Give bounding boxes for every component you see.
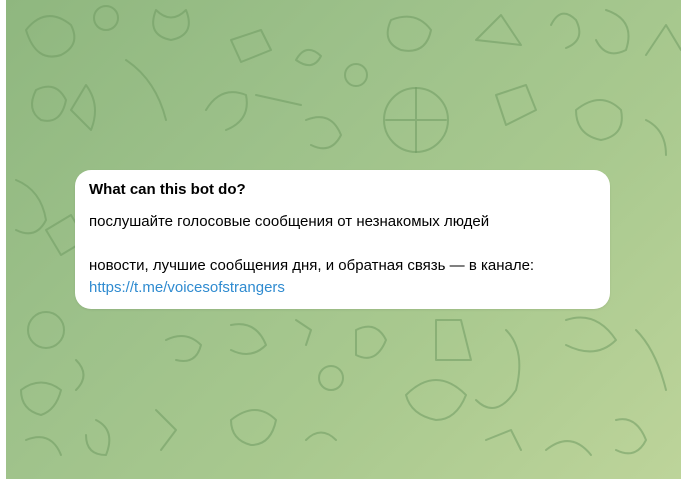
- chat-background: What can this bot do? послушайте голосов…: [6, 0, 681, 479]
- bot-description-line-2: новости, лучшие сообщения дня, и обратна…: [89, 257, 535, 274]
- bot-description-line-1: послушайте голосовые сообщения от незнак…: [89, 213, 490, 230]
- bot-info-title: What can this bot do?: [89, 181, 246, 198]
- bot-info-card: What can this bot do? послушайте голосов…: [75, 170, 610, 309]
- channel-link[interactable]: https://t.me/voicesofstrangers: [89, 277, 285, 299]
